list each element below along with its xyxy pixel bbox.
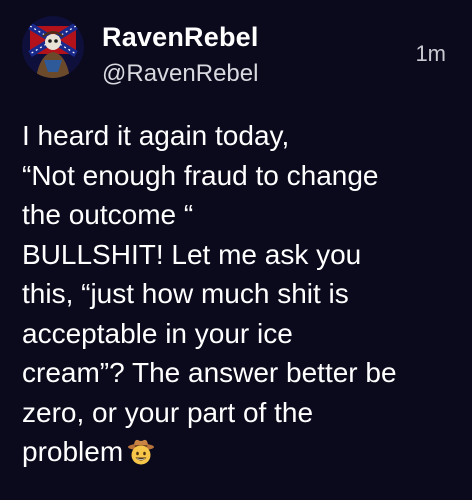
post-body-line: the outcome “ bbox=[22, 199, 194, 230]
post-body-line: zero, or your part of the bbox=[22, 396, 314, 428]
post-card[interactable]: RavenRebel @RavenRebel 1m I heard it aga… bbox=[0, 0, 472, 500]
post-body-line: “Not enough fraud to change bbox=[22, 159, 379, 191]
post-body-line: this, “just how much shit is bbox=[22, 278, 349, 309]
post-body: I heard it again today, “Not enough frau… bbox=[22, 116, 452, 472]
post-body-line: problem bbox=[22, 436, 124, 467]
post-body-line: BULLSHIT! Let me ask you bbox=[22, 238, 362, 270]
author-handle[interactable]: @RavenRebel bbox=[102, 60, 258, 88]
rebel-flag-skeleton-avatar-icon bbox=[22, 16, 84, 78]
avatar[interactable] bbox=[22, 16, 84, 78]
cowboy-hat-face-icon bbox=[127, 437, 155, 465]
author-display-name[interactable]: RavenRebel bbox=[102, 22, 259, 53]
post-body-line: cream”? The answer better be bbox=[22, 357, 397, 388]
post-body-line: I heard it again today, bbox=[22, 120, 290, 151]
post-body-last-line: problem bbox=[22, 432, 452, 472]
post-body-line: acceptable in your ice bbox=[22, 317, 293, 349]
post-timestamp: 1m bbox=[415, 41, 446, 66]
